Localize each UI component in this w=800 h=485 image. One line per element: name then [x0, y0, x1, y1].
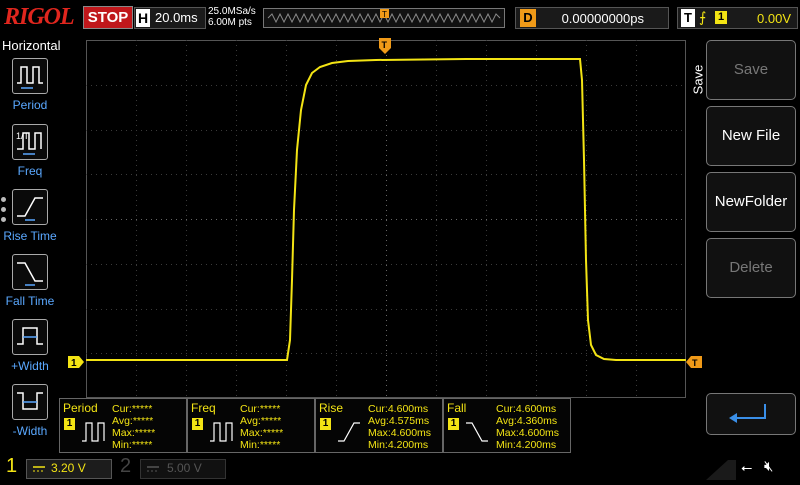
delete-button[interactable]: Delete — [706, 238, 796, 298]
measurement-avg: Avg:***** — [240, 415, 282, 427]
measurement-title: Fall — [447, 401, 467, 415]
trigger-label: T — [681, 9, 695, 27]
positive-width-icon — [12, 319, 48, 355]
measurement-channel: 1 — [64, 418, 75, 430]
measurement-channel: 1 — [192, 418, 203, 430]
measurement-max: Max:***** — [240, 427, 284, 439]
measure-period-label: Period — [12, 98, 48, 112]
measurement-fall[interactable]: Fall 1 Cur:4.600ms Avg:4.360ms Max:4.600… — [443, 398, 571, 453]
measurement-channel: 1 — [320, 418, 331, 430]
trigger-position-marker-label: T — [382, 40, 388, 50]
delay-display[interactable]: D 0.00000000ps — [515, 7, 669, 29]
ch1-offset-marker-label: 1 — [71, 358, 77, 368]
graticule — [86, 40, 686, 398]
negative-width-icon — [12, 384, 48, 420]
measure-fall-time-label: Fall Time — [5, 294, 55, 308]
return-button[interactable] — [706, 393, 796, 435]
measure-rise-time-button[interactable]: Rise Time — [0, 189, 60, 251]
fall-time-icon — [12, 254, 48, 290]
measurement-avg: Avg:4.360ms — [496, 415, 558, 427]
measurement-min: Min:***** — [240, 439, 281, 451]
fall-time-icon — [466, 422, 488, 442]
period-icon — [82, 422, 105, 442]
measure-positive-width-button[interactable]: +Width — [0, 319, 60, 381]
sample-rate: 25.0MSa/s — [208, 6, 256, 17]
rise-time-icon — [338, 422, 360, 442]
measurement-cur: Cur:***** — [112, 403, 153, 415]
acquisition-info: 25.0MSa/s 6.00M pts — [208, 6, 256, 28]
rigol-logo: RIGOL — [4, 4, 75, 30]
run-stop-status[interactable]: STOP — [83, 6, 133, 29]
measure-negative-width-label: -Width — [12, 424, 48, 438]
measure-negative-width-button[interactable]: -Width — [0, 384, 60, 446]
horizontal-label: H — [136, 9, 150, 27]
new-folder-button[interactable]: NewFolder — [706, 172, 796, 232]
trigger-level-marker-label: T — [692, 358, 698, 368]
save-menu-title: Save — [690, 64, 706, 95]
measure-category-title: Horizontal — [2, 38, 61, 53]
dc-coupling-icon — [147, 466, 159, 472]
save-button[interactable]: Save — [706, 40, 796, 100]
timebase-value: 20.0ms — [155, 10, 198, 25]
ch1-scale[interactable]: 3.20 V — [26, 459, 112, 479]
dc-coupling-icon — [33, 466, 45, 472]
measurement-max: Max:4.600ms — [496, 427, 560, 439]
return-arrow-icon — [729, 404, 766, 423]
measurement-rise[interactable]: Rise 1 Cur:4.600ms Avg:4.575ms Max:4.600… — [315, 398, 443, 453]
measurement-max: Max:***** — [112, 427, 156, 439]
status-corner — [706, 456, 736, 480]
trigger-position-marker[interactable]: T — [379, 38, 391, 54]
measurement-title: Rise — [319, 401, 344, 415]
ch2-scale-value: 5.00 V — [167, 461, 202, 475]
new-file-button[interactable]: New File — [706, 106, 796, 166]
rising-edge-icon: ⨍ — [699, 9, 707, 25]
ch1-scale-value: 3.20 V — [51, 461, 86, 475]
period-icon — [12, 58, 48, 94]
measure-freq-button[interactable]: 1/T Freq — [0, 124, 60, 186]
trigger-source: 1 — [715, 11, 727, 24]
measurement-cur: Cur:***** — [240, 403, 281, 415]
measurement-min: Min:***** — [112, 439, 153, 451]
usb-icon: ⭠ — [741, 459, 753, 475]
frequency-icon: 1/T — [12, 124, 48, 160]
memory-trigger-marker-label: T — [382, 10, 387, 19]
measurement-title: Freq — [191, 401, 216, 415]
measure-freq-label: Freq — [17, 164, 43, 178]
measure-period-button[interactable]: Period — [0, 58, 60, 120]
measurement-min: Min:4.200ms — [368, 439, 429, 451]
memory-depth: 6.00M pts — [208, 17, 252, 28]
speaker-muted-icon[interactable]: 🔇︎ — [764, 458, 773, 475]
measurement-avg: Avg:4.575ms — [368, 415, 430, 427]
ch1-number[interactable]: 1 — [6, 455, 17, 478]
measurement-min: Min:4.200ms — [496, 439, 557, 451]
measure-rise-time-label: Rise Time — [3, 229, 57, 243]
measurement-max: Max:4.600ms — [368, 427, 432, 439]
delay-value: 0.00000000ps — [561, 11, 644, 26]
measurement-period[interactable]: Period 1 Cur:***** Avg:***** Max:***** M… — [59, 398, 187, 453]
measurement-cur: Cur:4.600ms — [368, 403, 429, 415]
measure-positive-width-label: +Width — [11, 359, 49, 373]
memory-overview-strip[interactable]: T — [263, 8, 505, 28]
trigger-level: 0.00V — [757, 11, 791, 26]
measurement-title: Period — [63, 401, 98, 415]
measure-fall-time-button[interactable]: Fall Time — [0, 254, 60, 316]
measurement-freq[interactable]: Freq 1 Cur:***** Avg:***** Max:***** Min… — [187, 398, 315, 453]
measurement-channel: 1 — [448, 418, 459, 430]
frequency-icon — [210, 422, 233, 442]
delay-label: D — [520, 9, 536, 27]
waveform-display[interactable] — [86, 40, 686, 398]
trigger-level-marker[interactable]: T — [686, 355, 702, 368]
measurement-cur: Cur:4.600ms — [496, 403, 557, 415]
ch2-scale[interactable]: 5.00 V — [140, 459, 226, 479]
svg-text:1/T: 1/T — [16, 131, 30, 141]
measurement-avg: Avg:***** — [112, 415, 154, 427]
ch2-number[interactable]: 2 — [120, 455, 131, 478]
ch1-offset-marker[interactable]: 1 — [68, 355, 84, 369]
horizontal-timebase[interactable]: H 20.0ms — [134, 7, 206, 29]
trigger-display[interactable]: T ⨍ 1 0.00V — [677, 7, 798, 29]
memory-overview-waveform: T — [267, 9, 501, 24]
rise-time-icon — [12, 189, 48, 225]
